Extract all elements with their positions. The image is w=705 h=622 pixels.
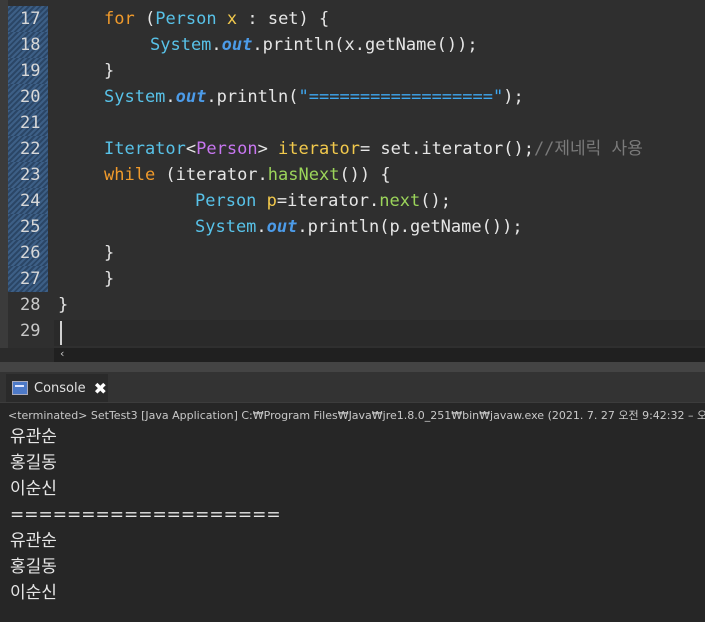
static-field: out: [221, 35, 253, 55]
code-text: .println(x.getName());: [252, 35, 478, 55]
line-number-text: 26: [20, 243, 41, 263]
console-view: Console ✖ <terminated> SetTest3 [Java Ap…: [0, 372, 705, 622]
console-status-line: <terminated> SetTest3 [Java Application]…: [8, 409, 705, 422]
variable: iterator: [278, 139, 360, 159]
code-text: .: [211, 35, 222, 55]
method-name: next: [379, 191, 421, 211]
type-name: Person: [195, 191, 257, 211]
code-line-19: }: [104, 61, 115, 81]
code-text: (iterator.: [155, 165, 268, 185]
console-tab-bar: Console ✖: [0, 372, 705, 403]
line-number-text: 29: [20, 321, 41, 341]
code-text: <: [185, 139, 197, 159]
code-line-17: for (Person x : set) {: [104, 6, 329, 32]
keyword: while: [104, 165, 156, 185]
console-output-line: 홍길동: [10, 557, 57, 577]
code-line-25: System.out.println(p.getName());: [195, 214, 523, 240]
variable: p: [266, 191, 277, 211]
code-line-18: System.out.println(x.getName());: [150, 32, 478, 58]
code-text: = set.iterator();: [359, 139, 534, 159]
code-line-28: }: [58, 295, 69, 315]
line-number: 22: [8, 136, 48, 162]
code-line-27: }: [104, 269, 115, 289]
comment: //제네릭 사용: [533, 139, 643, 159]
code-text: .: [165, 87, 176, 107]
code-text: .println(: [206, 87, 299, 107]
code-text: ();: [420, 191, 451, 211]
type-name: System: [195, 217, 257, 237]
tab-console[interactable]: Console ✖: [6, 374, 108, 402]
line-number-text: 17: [20, 9, 41, 29]
code-line-24: Person p=iterator.next();: [195, 188, 451, 214]
scroll-left-icon[interactable]: ‹: [60, 347, 64, 360]
line-number: 19: [8, 58, 48, 84]
variable: x: [226, 9, 238, 29]
console-output-line: 유관순: [10, 531, 57, 551]
panel-divider[interactable]: [0, 362, 705, 372]
line-number: 17: [8, 6, 48, 32]
type-name: System: [104, 87, 166, 107]
console-icon: [12, 381, 28, 395]
line-number: 26: [8, 240, 48, 266]
type-parameter: Person: [196, 139, 258, 159]
line-number-text: 19: [20, 61, 41, 81]
static-field: out: [175, 87, 207, 107]
string-literal: "==================": [298, 87, 504, 107]
line-number-text: 18: [20, 35, 41, 55]
line-number-text: 24: [20, 191, 41, 211]
console-output-line: 이순신: [10, 479, 57, 499]
editor-left-strip: [0, 0, 8, 348]
close-icon[interactable]: ✖: [94, 379, 107, 398]
line-number-text: 23: [20, 165, 41, 185]
line-number: 18: [8, 32, 48, 58]
line-number: 20: [8, 84, 48, 110]
type-name: System: [150, 35, 212, 55]
code-text: (: [134, 9, 156, 29]
code-line-22: Iterator<Person> iterator= set.iterator(…: [104, 136, 643, 162]
code-line-23: while (iterator.hasNext()) {: [104, 162, 391, 188]
code-line-26: }: [104, 243, 115, 263]
tab-console-label: Console: [34, 380, 86, 396]
code-text: .println(p.getName());: [297, 217, 523, 237]
console-output-line: 홍길동: [10, 453, 57, 473]
line-number: 25: [8, 214, 48, 240]
code-text: ()) {: [339, 165, 391, 185]
line-number-text: 28: [20, 295, 41, 315]
line-number: 24: [8, 188, 48, 214]
line-number: 28: [8, 292, 48, 318]
current-line-highlight: [54, 320, 705, 346]
line-number-text: 21: [20, 113, 41, 133]
code-editor[interactable]: for (Person x : set) { System.out.printl…: [0, 0, 705, 348]
horizontal-scrollbar[interactable]: ‹: [54, 347, 705, 362]
line-number-text: 22: [20, 139, 41, 159]
static-field: out: [266, 217, 298, 237]
line-number: 23: [8, 162, 48, 188]
code-text: .: [256, 217, 267, 237]
keyword: for: [104, 9, 135, 29]
code-text: );: [503, 87, 524, 107]
console-output-line: ===================: [10, 505, 281, 525]
line-number: 27: [8, 266, 48, 292]
code-line-20: System.out.println("==================")…: [104, 84, 524, 110]
code-text: >: [257, 139, 279, 159]
code-text: : set) {: [237, 9, 330, 29]
code-text: =iterator.: [276, 191, 380, 211]
line-number: 29: [8, 318, 48, 344]
line-number-text: 20: [20, 87, 41, 107]
console-output-line: 유관순: [10, 427, 57, 447]
type-name: Iterator: [104, 139, 186, 159]
method-name: hasNext: [267, 165, 340, 185]
line-number-text: 25: [20, 217, 41, 237]
text-cursor: [60, 321, 62, 345]
console-output-line: 이순신: [10, 583, 57, 603]
type-name: Person: [155, 9, 217, 29]
line-number: 21: [8, 110, 48, 136]
line-number-text: 27: [20, 269, 41, 289]
